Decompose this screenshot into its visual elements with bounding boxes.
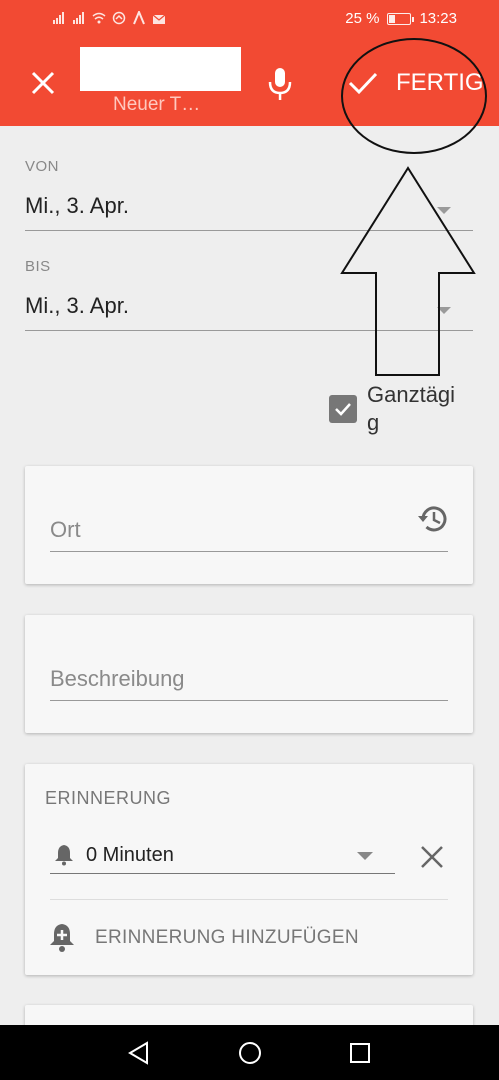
title-input[interactable] [80, 47, 241, 91]
back-icon[interactable] [125, 1039, 153, 1067]
home-icon[interactable] [236, 1039, 264, 1067]
clock: 13:23 [419, 10, 457, 27]
annotation-ellipse [341, 38, 487, 154]
reminder-card: ERINNERUNG 0 Minuten ERINNERUNG HINZUFÜG… [25, 764, 473, 975]
app-notification-icon [112, 11, 126, 25]
to-label: BIS [25, 258, 51, 275]
mic-icon [268, 68, 292, 100]
close-icon [421, 846, 443, 868]
location-history-button[interactable] [417, 502, 451, 536]
voice-input-button[interactable] [262, 64, 298, 104]
all-day-checkbox[interactable] [329, 395, 357, 423]
add-bell-icon [50, 924, 74, 952]
mail-icon [152, 14, 166, 24]
all-day-toggle[interactable]: Ganztägig [329, 381, 467, 437]
signal-icon-2 [73, 12, 84, 24]
close-icon [31, 71, 55, 95]
battery-fill [389, 14, 395, 23]
navigation-bar [0, 1025, 499, 1080]
adobe-icon [133, 11, 145, 25]
status-bar: 25 % 13:23 [0, 0, 499, 40]
annotation-arrow [340, 166, 476, 376]
add-reminder-button[interactable]: ERINNERUNG HINZUFÜGEN [45, 922, 359, 954]
recents-icon[interactable] [346, 1039, 374, 1067]
description-input[interactable]: Beschreibung [50, 655, 448, 701]
from-label: VON [25, 158, 60, 175]
reminder-title: ERINNERUNG [45, 788, 172, 808]
signal-icon [53, 12, 64, 24]
battery-icon [387, 12, 415, 25]
location-placeholder: Ort [50, 517, 81, 542]
status-icons [52, 11, 166, 25]
to-date-value: Mi., 3. Apr. [25, 293, 129, 318]
location-input[interactable]: Ort [50, 506, 448, 552]
divider [50, 899, 448, 900]
history-icon [418, 506, 447, 532]
check-icon [335, 403, 351, 416]
close-button[interactable] [22, 62, 64, 104]
bell-icon [55, 845, 73, 866]
wifi-icon [92, 12, 106, 24]
status-right: 25 % 13:23 [345, 10, 457, 27]
dropdown-arrow-icon [357, 852, 373, 860]
battery-percent: 25 % [345, 10, 380, 27]
all-day-label: Ganztägig [367, 382, 456, 435]
location-card: Ort [25, 466, 473, 584]
reminder-dropdown[interactable]: 0 Minuten [50, 834, 395, 874]
remove-reminder-button[interactable] [417, 842, 447, 872]
description-placeholder: Beschreibung [50, 666, 185, 691]
description-card: Beschreibung [25, 615, 473, 733]
title-placeholder: Neuer T… [113, 94, 201, 115]
reminder-value: 0 Minuten [86, 844, 174, 866]
add-reminder-label: ERINNERUNG HINZUFÜGEN [95, 927, 359, 948]
from-date-value: Mi., 3. Apr. [25, 193, 129, 218]
